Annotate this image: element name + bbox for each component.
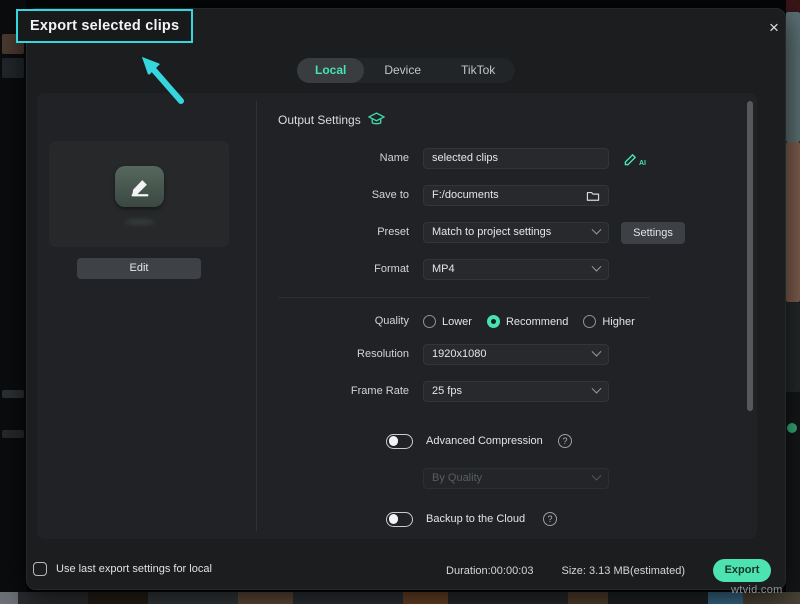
preset-label: Preset <box>278 222 409 243</box>
scrollbar-thumb[interactable] <box>747 101 753 411</box>
checkbox-icon[interactable] <box>33 562 47 576</box>
chevron-down-icon <box>592 347 602 357</box>
compression-mode-value: By Quality <box>432 469 593 488</box>
help-icon[interactable]: ? <box>558 434 572 448</box>
radio-icon <box>423 315 436 328</box>
chevron-down-icon <box>592 471 602 481</box>
clip-edit-tile <box>115 166 164 207</box>
folder-icon[interactable] <box>586 190 600 202</box>
name-input[interactable]: selected clips <box>423 148 609 169</box>
footer-status: Duration:00:00:03 Size: 3.13 MB(estimate… <box>446 559 771 582</box>
resolution-dropdown[interactable]: 1920x1080 <box>423 344 609 365</box>
edit-button[interactable]: Edit <box>77 258 201 279</box>
export-target-tabs: Local Device TikTok <box>297 58 515 83</box>
background-badge <box>787 423 797 433</box>
tab-device[interactable]: Device <box>364 58 441 83</box>
dialog-title: Export selected clips <box>30 18 179 34</box>
tile-reflection <box>125 219 155 225</box>
output-settings-heading: Output Settings <box>278 112 385 127</box>
chevron-down-icon <box>592 262 602 272</box>
chevron-down-icon <box>592 384 602 394</box>
preset-dropdown[interactable]: Match to project settings <box>423 222 609 243</box>
format-dropdown[interactable]: MP4 <box>423 259 609 280</box>
export-button[interactable]: Export <box>713 559 771 582</box>
resolution-label: Resolution <box>278 344 409 365</box>
name-label: Name <box>278 148 409 169</box>
advanced-compression-label: Advanced Compression <box>426 434 543 449</box>
use-last-settings-label: Use last export settings for local <box>56 563 212 575</box>
output-settings-label: Output Settings <box>278 113 361 127</box>
settings-button[interactable]: Settings <box>621 222 685 244</box>
quality-option-recommend[interactable]: Recommend <box>487 315 568 328</box>
backup-cloud-toggle[interactable] <box>386 512 413 527</box>
frame-rate-value: 25 fps <box>432 382 593 401</box>
preset-value: Match to project settings <box>432 223 593 242</box>
column-divider <box>256 101 257 531</box>
name-value: selected clips <box>432 149 600 168</box>
radio-selected-icon <box>487 315 500 328</box>
radio-icon <box>583 315 596 328</box>
resolution-value: 1920x1080 <box>432 345 593 364</box>
pencil-icon <box>129 176 151 198</box>
save-to-input[interactable]: F:/documents <box>423 185 609 206</box>
format-value: MP4 <box>432 260 593 279</box>
background-right-strip <box>786 0 800 604</box>
close-icon[interactable]: × <box>763 17 785 39</box>
format-label: Format <box>278 259 409 280</box>
tab-tiktok[interactable]: TikTok <box>441 58 515 83</box>
quality-option-label: Recommend <box>506 316 568 328</box>
ai-badge: AI <box>639 159 646 168</box>
quality-option-label: Lower <box>442 316 472 328</box>
export-settings-panel: Edit Output Settings Name selected clips… <box>37 93 757 539</box>
frame-rate-dropdown[interactable]: 25 fps <box>423 381 609 402</box>
chevron-down-icon <box>592 225 602 235</box>
quality-radio-group: Lower Recommend Higher <box>423 311 635 332</box>
background-timeline-strip <box>0 592 800 604</box>
tab-local[interactable]: Local <box>297 58 364 83</box>
duration-text: Duration:00:00:03 <box>446 565 533 577</box>
quality-option-lower[interactable]: Lower <box>423 315 472 328</box>
ai-pencil-icon <box>622 151 639 168</box>
background-left-strip <box>0 0 26 604</box>
graduation-cap-icon <box>368 112 385 127</box>
size-text: Size: 3.13 MB(estimated) <box>562 565 686 577</box>
frame-rate-label: Frame Rate <box>278 381 409 402</box>
section-divider <box>278 297 650 298</box>
advanced-compression-toggle[interactable] <box>386 434 413 449</box>
use-last-settings-option[interactable]: Use last export settings for local <box>33 562 212 576</box>
backup-cloud-label: Backup to the Cloud <box>426 512 525 527</box>
export-dialog: × Local Device TikTok Edit Output Settin… <box>26 8 786 590</box>
dialog-title-callout: Export selected clips <box>16 9 193 43</box>
ai-rename-button[interactable]: AI <box>622 148 648 168</box>
clip-thumbnail <box>49 141 229 247</box>
quality-label: Quality <box>278 311 409 332</box>
help-icon[interactable]: ? <box>543 512 557 526</box>
quality-option-label: Higher <box>602 316 634 328</box>
quality-option-higher[interactable]: Higher <box>583 315 634 328</box>
watermark: wtvid.com <box>731 584 783 596</box>
compression-mode-dropdown[interactable]: By Quality <box>423 468 609 489</box>
save-to-value: F:/documents <box>432 186 586 205</box>
save-to-label: Save to <box>278 185 409 206</box>
